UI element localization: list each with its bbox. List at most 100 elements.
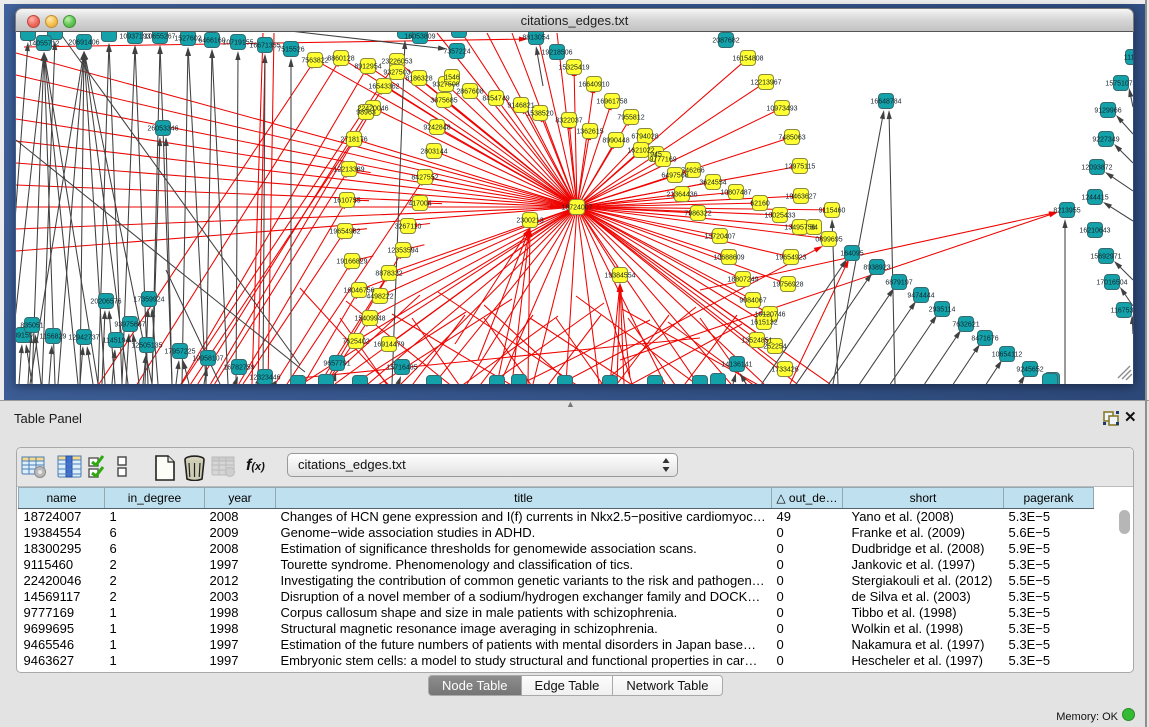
- svg-text:20206576: 20206576: [90, 299, 121, 306]
- svg-text:746266: 746266: [681, 168, 704, 175]
- svg-text:10688609: 10688609: [713, 255, 744, 262]
- svg-text:23226053: 23226053: [381, 59, 412, 66]
- svg-text:9084067: 9084067: [739, 298, 766, 305]
- svg-text:8471676: 8471676: [971, 336, 998, 343]
- svg-text:1615132: 1615132: [750, 320, 777, 327]
- svg-text:12975115: 12975115: [785, 164, 816, 171]
- svg-text:9245652: 9245652: [1016, 367, 1043, 374]
- svg-text:20691406: 20691406: [68, 40, 99, 47]
- svg-text:9777169: 9777169: [649, 157, 676, 164]
- svg-text:1538520: 1538520: [526, 111, 553, 118]
- svg-text:8427552: 8427552: [411, 175, 438, 182]
- svg-text:835051: 835051: [20, 323, 43, 330]
- svg-text:8938923: 8938923: [863, 265, 890, 272]
- svg-text:1244415: 1244415: [1081, 195, 1108, 202]
- svg-text:2300213: 2300213: [516, 218, 543, 225]
- svg-text:7357224: 7357224: [443, 49, 470, 56]
- svg-text:39159: 39159: [16, 333, 33, 340]
- svg-text:0899695: 0899695: [815, 237, 842, 244]
- svg-text:16640910: 16640910: [578, 82, 609, 89]
- svg-text:9129966: 9129966: [1094, 108, 1121, 115]
- svg-text:10973493: 10973493: [766, 106, 797, 113]
- svg-text:21364436: 21364436: [666, 192, 697, 199]
- svg-text:252254: 252254: [763, 344, 786, 351]
- svg-text:10025433: 10025433: [764, 213, 795, 220]
- svg-text:17957225: 17957225: [164, 349, 195, 356]
- svg-text:9657791: 9657791: [323, 361, 350, 368]
- svg-text:8186328: 8186328: [405, 76, 432, 83]
- svg-text:18724007: 18724007: [561, 205, 592, 212]
- svg-text:16961758: 16961758: [596, 99, 627, 106]
- svg-text:16154808: 16154808: [732, 56, 763, 63]
- svg-text:19166829: 19166829: [336, 259, 367, 266]
- svg-text:16914479: 16914479: [373, 342, 404, 349]
- svg-text:4498222: 4498222: [366, 294, 393, 301]
- svg-text:12213389: 12213389: [333, 167, 364, 174]
- svg-text:11121: 11121: [1124, 55, 1133, 62]
- svg-text:16782759: 16782759: [223, 365, 254, 372]
- svg-text:10655267: 10655267: [144, 34, 175, 41]
- svg-text:8878332: 8878332: [375, 271, 402, 278]
- svg-text:62160: 62160: [750, 201, 770, 208]
- svg-text:2867608: 2867608: [456, 89, 483, 96]
- svg-text:1167534: 1167534: [1111, 308, 1133, 315]
- svg-text:17016504: 17016504: [1096, 280, 1127, 287]
- svg-text:15751074: 15751074: [1105, 81, 1133, 88]
- svg-text:9227349: 9227349: [1092, 137, 1119, 144]
- svg-text:17359924: 17359924: [133, 297, 164, 304]
- svg-text:15716485: 15716485: [386, 365, 417, 372]
- svg-text:16210643: 16210643: [1079, 228, 1110, 235]
- svg-text:18807249: 18807249: [727, 277, 758, 284]
- svg-text:10807487: 10807487: [720, 190, 751, 197]
- svg-text:26053346: 26053346: [147, 126, 178, 133]
- svg-text:2803144: 2803144: [420, 149, 447, 156]
- svg-text:19654982: 19654982: [329, 229, 360, 236]
- svg-text:9327508: 9327508: [432, 82, 459, 89]
- svg-text:2935114: 2935114: [929, 307, 956, 314]
- svg-text:16648784: 16648784: [870, 99, 901, 106]
- svg-text:12213967: 12213967: [750, 80, 781, 87]
- svg-text:164095: 164095: [840, 251, 863, 258]
- svg-text:1610755: 1610755: [333, 198, 360, 205]
- svg-text:12505135: 12505135: [131, 343, 162, 350]
- svg-text:12353594: 12353594: [387, 248, 418, 255]
- svg-text:8990448: 8990448: [602, 138, 629, 145]
- svg-text:9146821: 9146821: [507, 103, 534, 110]
- svg-text:16053809: 16053809: [404, 34, 435, 41]
- svg-text:84: 84: [810, 225, 818, 232]
- svg-text:6794028: 6794028: [631, 134, 658, 141]
- svg-text:15692971: 15692971: [1090, 254, 1121, 261]
- svg-text:8912954: 8912954: [354, 64, 381, 71]
- svg-text:8322037: 8322037: [555, 118, 582, 125]
- svg-text:417004: 417004: [408, 201, 431, 208]
- svg-text:16671355: 16671355: [249, 43, 280, 50]
- svg-text:7955812: 7955812: [617, 115, 644, 122]
- svg-text:19218506: 19218506: [541, 50, 572, 57]
- svg-text:7625402: 7625402: [342, 339, 369, 346]
- svg-text:10654112: 10654112: [992, 352, 1023, 359]
- svg-text:1362615: 1362615: [576, 129, 603, 136]
- svg-text:19654923: 19654923: [775, 255, 806, 262]
- svg-text:19384554: 19384554: [604, 273, 635, 280]
- svg-text:1546: 1546: [444, 75, 460, 82]
- svg-text:19463627: 19463627: [785, 194, 816, 201]
- svg-text:1145194: 1145194: [103, 338, 130, 345]
- svg-text:7563822: 7563822: [301, 58, 328, 65]
- svg-text:14055712: 14055712: [28, 41, 59, 48]
- svg-text:8454749: 8454749: [482, 96, 509, 103]
- svg-text:8213955: 8213955: [1053, 208, 1080, 215]
- svg-text:98963: 98963: [356, 110, 376, 117]
- svg-text:8860128: 8860128: [327, 56, 354, 63]
- svg-text:7632621: 7632621: [952, 322, 979, 329]
- svg-text:7986322: 7986322: [684, 211, 711, 218]
- svg-text:12093872: 12093872: [1081, 165, 1112, 172]
- svg-text:12942737: 12942737: [68, 335, 99, 342]
- svg-text:7485063: 7485063: [778, 135, 805, 142]
- svg-text:9115460: 9115460: [819, 208, 846, 215]
- svg-text:8813054: 8813054: [522, 35, 549, 42]
- svg-text:15720407: 15720407: [704, 234, 735, 241]
- svg-text:16543362: 16543362: [368, 84, 399, 91]
- svg-text:16120746: 16120746: [754, 312, 785, 319]
- svg-text:15325419: 15325419: [558, 65, 589, 72]
- svg-text:9242848: 9242848: [423, 125, 450, 132]
